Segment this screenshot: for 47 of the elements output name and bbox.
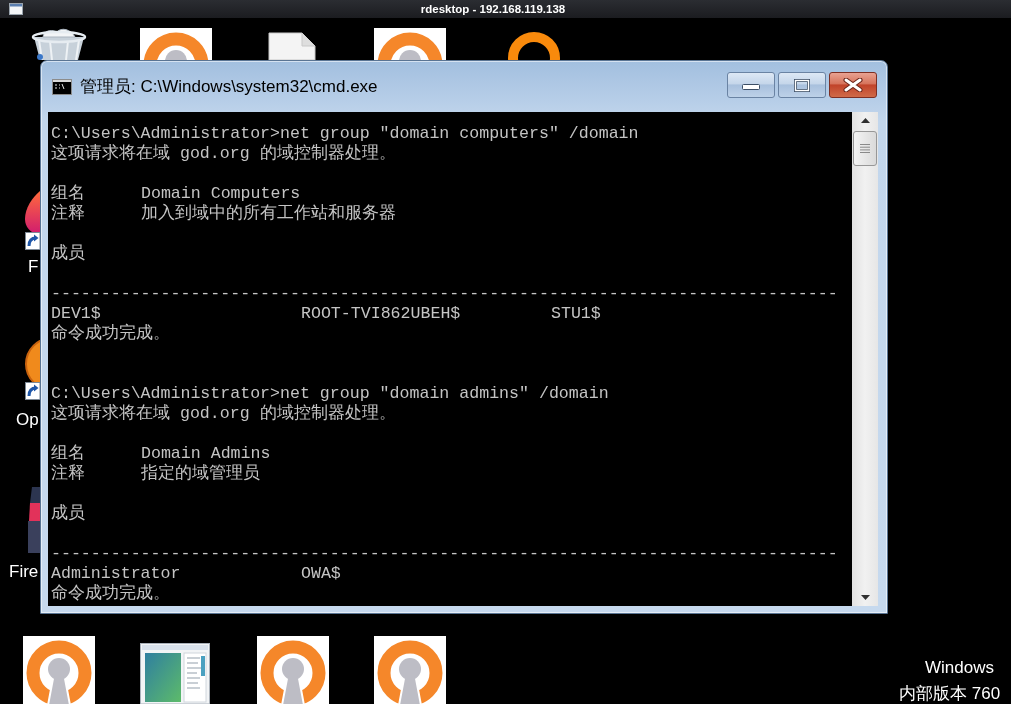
build-notice-text: Windows	[925, 658, 994, 678]
close-icon	[843, 78, 863, 92]
document-icon[interactable]	[268, 32, 316, 60]
separator-text: -------------------------------------------------------------------------------	[51, 544, 838, 564]
close-button[interactable]	[829, 72, 877, 98]
command-line: C:\Users\Administrator>net group "domain admins" /domain	[51, 384, 609, 404]
remote-session-title: rdesktop - 192.168.119.138	[420, 2, 566, 16]
scrollbar-thumb[interactable]	[853, 131, 877, 166]
member-name: ROOT-TVI862UBEH$	[301, 304, 461, 323]
minimize-button[interactable]	[727, 72, 775, 98]
members-heading: 成员	[51, 244, 85, 264]
notice-text: 这项请求将在域 god.org 的域控制器处理。	[51, 404, 396, 424]
maximize-icon	[794, 78, 810, 92]
build-notice-text: 内部版本 760	[899, 684, 1001, 704]
member-name: STU1$	[551, 304, 601, 323]
app-icon[interactable]	[28, 487, 40, 553]
grip-icon	[860, 144, 870, 153]
notice-text: 这项请求将在域 god.org 的域控制器处理。	[51, 144, 396, 164]
property-label: 注释	[51, 204, 85, 223]
member-name: OWA$	[301, 564, 341, 583]
shortcut-label[interactable]: Fire	[9, 562, 39, 582]
shortcut-label[interactable]: F	[28, 257, 39, 277]
property-label: 组名	[51, 444, 85, 463]
result-text: 命令成功完成。	[51, 584, 170, 604]
property-label: 组名	[51, 184, 85, 203]
members-heading: 成员	[51, 504, 85, 524]
maximize-button[interactable]	[778, 72, 826, 98]
property-value: 指定的域管理员	[141, 464, 260, 484]
member-name: DEV1$	[51, 304, 101, 323]
separator-text: -------------------------------------------------------------------------------	[51, 284, 838, 304]
window-thumbnail-icon[interactable]	[140, 643, 210, 704]
member-name: Administrator	[51, 564, 181, 583]
command-line: C:\Users\Administrator>net group "domain computers" /domain	[51, 124, 639, 144]
shortcut-label[interactable]: Op	[16, 410, 39, 430]
property-value: Domain Admins	[141, 444, 271, 463]
window-icon	[9, 3, 23, 15]
caret-down-icon	[860, 595, 870, 600]
recycle-bin-icon[interactable]	[30, 28, 88, 60]
window-title: 管理员: C:\Windows\system32\cmd.exe	[80, 75, 378, 98]
property-value: 加入到域中的所有工作站和服务器	[141, 204, 396, 224]
property-label: 注释	[51, 464, 85, 483]
ring-icon[interactable]	[508, 32, 560, 60]
console-icon	[52, 78, 72, 95]
caret-up-icon	[860, 118, 870, 123]
minimize-icon	[742, 84, 760, 90]
result-text: 命令成功完成。	[51, 324, 170, 344]
property-value: Domain Computers	[141, 184, 301, 204]
